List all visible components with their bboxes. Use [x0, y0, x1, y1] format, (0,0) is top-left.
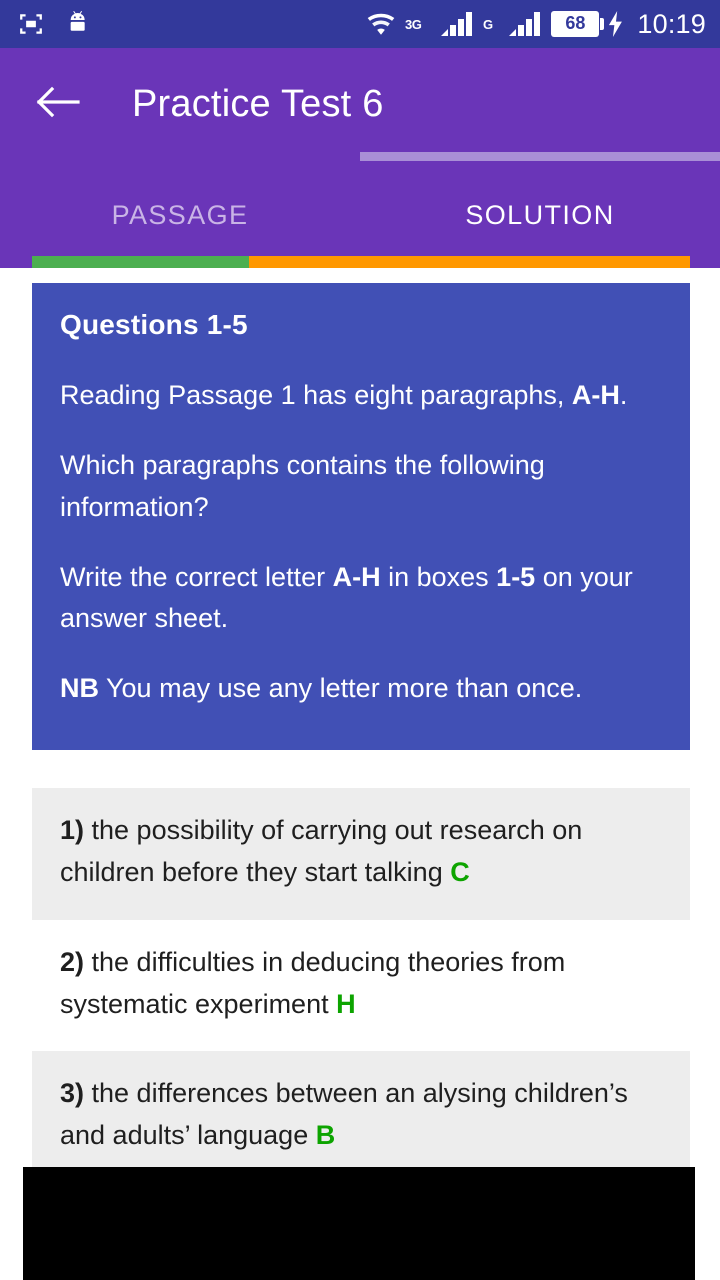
tab-passage[interactable]: PASSAGE [0, 200, 360, 231]
page-title: Practice Test 6 [132, 82, 384, 125]
questions-heading: Questions 1-5 [60, 309, 248, 340]
solution-content[interactable]: Questions 1-5 Reading Passage 1 has eigh… [0, 268, 720, 1280]
svg-text:G: G [483, 17, 493, 32]
progress-segment-green [32, 256, 250, 268]
answer-text: the differences between an alysing child… [60, 1078, 628, 1151]
answer-letter: B [315, 1120, 336, 1151]
app-screen: 3G G 68 10:19 Practice Test 6 PASSAGE SO… [0, 0, 720, 1280]
status-bar-clock: 10:19 [637, 8, 706, 39]
instruction-line-4: NB You may use any letter more than once… [60, 673, 583, 704]
battery-icon: 68 [551, 11, 605, 37]
battery-level-label: 68 [565, 12, 586, 33]
answer-number: 1) [60, 815, 85, 846]
answer-number: 3) [60, 1078, 85, 1109]
charging-bolt-icon [608, 11, 624, 37]
answer-number: 2) [60, 946, 85, 977]
bottom-black-overlay[interactable] [23, 1167, 695, 1280]
question-instruction-card: Questions 1-5 Reading Passage 1 has eigh… [32, 283, 690, 751]
android-robot-icon [66, 10, 94, 38]
answer-row[interactable]: 2) the difficulties in deducing theories… [32, 920, 690, 1052]
status-bar-right-icons: 3G G 68 10:19 [366, 9, 706, 40]
network-3g-icon: 3G [405, 15, 431, 33]
progress-bar [32, 256, 690, 268]
instruction-line-1: Reading Passage 1 has eight paragraphs, … [60, 380, 628, 410]
answer-text: the difficulties in deducing theories fr… [60, 946, 566, 1019]
signal-bars-1-icon [440, 11, 474, 37]
instruction-line-2: Which paragraphs contains the following … [60, 449, 545, 522]
answer-row[interactable]: 3) the differences between an alysing ch… [32, 1051, 690, 1184]
instruction-line-3: Write the correct letter A-H in boxes 1-… [60, 561, 633, 634]
status-bar-left-icons [18, 10, 94, 38]
wifi-icon [366, 12, 396, 36]
answer-letter: H [336, 988, 356, 1019]
app-bar: Practice Test 6 [0, 48, 720, 160]
network-g-icon: G [483, 15, 499, 33]
answer-letter: C [450, 856, 470, 887]
back-button[interactable] [32, 78, 84, 130]
tab-bar: PASSAGE SOLUTION [0, 152, 720, 270]
tab-indicator [360, 152, 720, 161]
back-arrow-icon [36, 85, 80, 124]
screenshot-crop-icon [18, 11, 44, 37]
signal-bars-2-icon [508, 11, 542, 37]
tab-solution[interactable]: SOLUTION [360, 200, 720, 231]
answer-list: 1) the possibility of carrying out resea… [0, 788, 720, 1184]
svg-text:3G: 3G [405, 17, 422, 32]
status-bar: 3G G 68 10:19 [0, 0, 720, 48]
progress-segment-orange [249, 256, 690, 268]
answer-text: the possibility of carrying out research… [60, 815, 583, 887]
answer-row[interactable]: 1) the possibility of carrying out resea… [32, 788, 690, 920]
